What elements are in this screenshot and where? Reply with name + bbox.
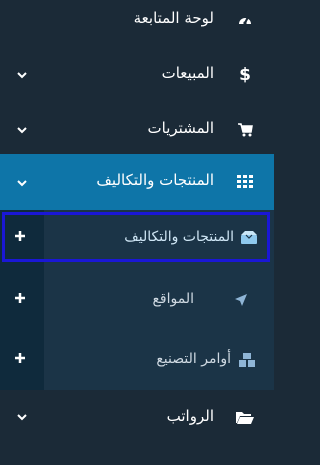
chevron-down-icon (17, 180, 27, 187)
menu-item-salaries-label: الرواتب (166, 407, 214, 425)
location-arrow-icon (230, 289, 252, 311)
cart-icon (234, 119, 256, 141)
menu-item-dashboard-label: لوحة المتابعة (133, 9, 214, 27)
menu-item-purchases-label: المشتريات (147, 119, 214, 137)
folder-open-icon (234, 406, 256, 428)
chevron-down-icon (17, 127, 27, 134)
sidebar-menu: لوحة المتابعة المبيعات $ المشتريات المنت… (0, 0, 274, 465)
submenu-item-manufacturing-orders[interactable]: أوامر التصنيع (0, 336, 274, 384)
submenu-item-locations-label: المواقع (152, 291, 194, 307)
menu-item-sales-label: المبيعات (161, 64, 214, 82)
chevron-down-icon (17, 72, 27, 79)
menu-item-purchases[interactable]: المشتريات (0, 108, 274, 152)
plus-icon[interactable] (12, 350, 28, 366)
submenu-item-manufacturing-orders-label: أوامر التصنيع (156, 351, 231, 367)
menu-item-products-costs[interactable]: المنتجات والتكاليف (0, 154, 274, 210)
dollar-icon: $ (239, 65, 251, 85)
plus-icon[interactable] (12, 290, 28, 306)
speedometer-icon (234, 8, 256, 30)
menu-item-products-costs-label: المنتجات والتكاليف (96, 171, 214, 189)
menu-item-salaries[interactable]: الرواتب (0, 392, 274, 440)
selection-highlight (2, 212, 270, 262)
submenu-item-locations[interactable]: المواقع (0, 276, 274, 324)
grid-icon (234, 171, 256, 193)
menu-item-sales[interactable]: المبيعات $ (0, 52, 274, 96)
menu-item-dashboard[interactable]: لوحة المتابعة (0, 0, 274, 40)
chevron-down-icon (17, 414, 27, 421)
cubes-icon (236, 349, 258, 371)
